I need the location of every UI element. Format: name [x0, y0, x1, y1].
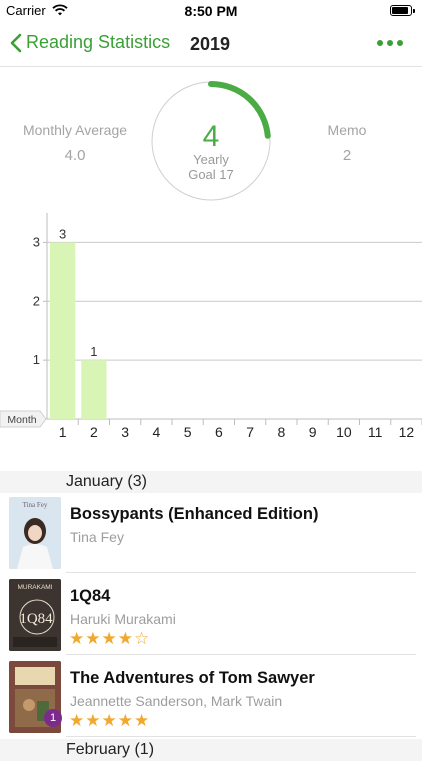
book-title: 1Q84	[70, 587, 111, 605]
data-label: 1	[90, 344, 97, 359]
y-tick-label: 3	[33, 234, 40, 249]
yearly-count: 4	[202, 120, 220, 153]
chevron-left-icon	[10, 33, 22, 52]
book-cover: MURAKAMI 1Q84	[9, 579, 61, 651]
svg-text:MURAKAMI: MURAKAMI	[17, 584, 52, 591]
yearly-goal: 4 Yearly Goal 17	[150, 80, 272, 183]
book-row[interactable]: MURAKAMI 1Q84 1Q84 Haruki Murakami ★★★★☆	[0, 575, 422, 655]
more-options-button[interactable]	[377, 40, 403, 46]
monthly-average-label: Monthly Average	[22, 122, 128, 138]
x-tick-label: 2	[90, 424, 98, 440]
bar	[50, 242, 76, 419]
back-button[interactable]: Reading Statistics	[10, 32, 170, 53]
bar	[81, 360, 107, 419]
book-row[interactable]: Tina Fey Bossypants (Enhanced Edition) Tin…	[0, 493, 422, 573]
x-tick-label: 8	[277, 424, 285, 440]
goal-label: Goal 17	[188, 167, 234, 182]
x-tick-label: 6	[215, 424, 223, 440]
book-author: Jeannette Sanderson, Mark Twain	[70, 693, 283, 709]
page-title: 2019	[190, 34, 231, 54]
x-tick-label: 7	[246, 424, 254, 440]
book-author: Haruki Murakami	[70, 611, 176, 627]
book-row[interactable]: 1 The Adventures of Tom Sawyer Jeannette S…	[0, 657, 422, 737]
x-tick-label: 1	[59, 424, 67, 440]
x-tick-label: 10	[336, 424, 352, 440]
svg-text:1Q84: 1Q84	[19, 611, 53, 627]
memo-label: Memo	[327, 122, 367, 138]
y-tick-label: 1	[33, 352, 40, 367]
back-label: Reading Statistics	[26, 32, 171, 52]
row-divider	[66, 736, 416, 737]
section-header: January (3)	[0, 471, 422, 493]
data-label: 3	[59, 226, 66, 241]
book-title: The Adventures of Tom Sawyer	[70, 669, 315, 687]
monthly-chart: 1 2 3 3 1 1 2 3 4 5 6 7 8 9 10 11 12 Month	[0, 205, 422, 445]
section-title: February (1)	[66, 741, 155, 758]
row-divider	[66, 572, 416, 573]
clock: 8:50 PM	[184, 3, 238, 19]
ellipsis-icon	[377, 40, 383, 46]
memo-value: 2	[342, 147, 352, 164]
row-divider	[66, 654, 416, 655]
section-header: February (1)	[0, 739, 422, 761]
x-axis-label: Month	[7, 414, 36, 426]
x-tick-label: 12	[399, 424, 415, 440]
star-rating: ★★★★★	[69, 711, 151, 730]
status-bar: Carrier 8:50 PM	[0, 0, 422, 22]
memo-stat: Memo 2	[282, 122, 412, 164]
monthly-average: Monthly Average 4.0	[10, 122, 140, 164]
x-tick-label: 4	[152, 424, 160, 440]
y-tick-label: 2	[33, 293, 40, 308]
x-tick-label: 9	[309, 424, 317, 440]
book-author: Tina Fey	[70, 529, 124, 545]
navigation-bar: Reading Statistics 2019	[0, 22, 422, 67]
svg-text:Tina Fey: Tina Fey	[23, 501, 48, 509]
book-cover: Tina Fey	[9, 497, 61, 569]
battery-icon	[390, 5, 415, 16]
yearly-label: Yearly	[193, 152, 229, 167]
bar-chart: 1233112 3 4 5 6 7 8 9 10 11 12Month	[0, 213, 422, 440]
section-title: January (3)	[66, 473, 147, 490]
x-tick-label: 5	[184, 424, 192, 440]
monthly-average-value: 4.0	[64, 147, 86, 164]
x-tick-label: 11	[368, 424, 383, 440]
star-rating: ★★★★☆	[69, 629, 151, 648]
count-badge: 1	[44, 709, 62, 727]
book-title: Bossypants (Enhanced Edition)	[70, 505, 319, 523]
x-tick-label: 3	[121, 424, 129, 440]
